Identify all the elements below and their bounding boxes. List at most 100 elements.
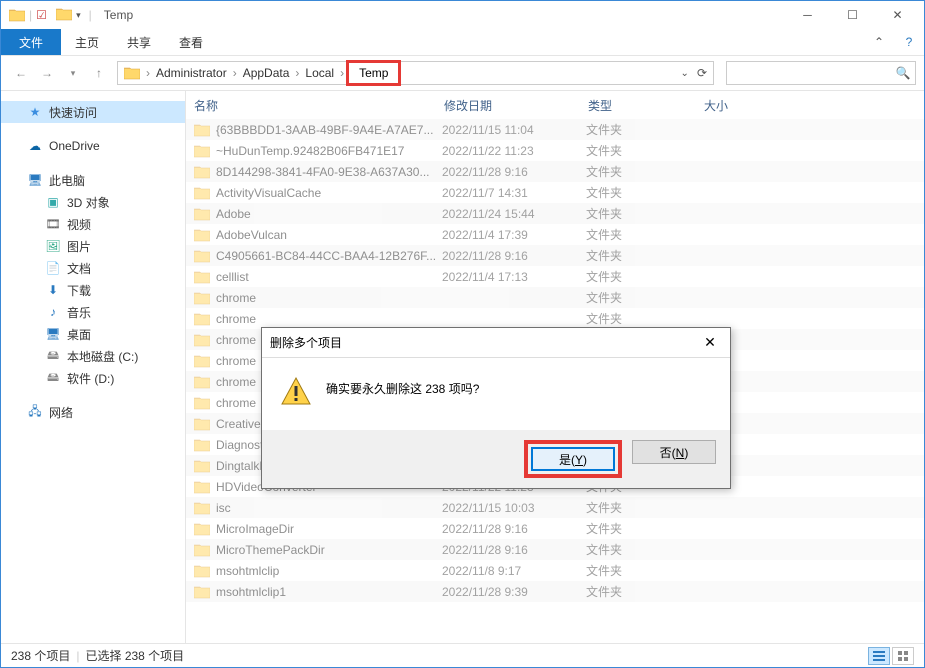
forward-button[interactable]: → [35,61,59,85]
chevron-right-icon[interactable]: › [144,66,152,80]
file-name: chrome [216,312,442,326]
dialog-close-button[interactable]: ✕ [698,334,722,351]
sidebar-quick-access[interactable]: ★快速访问 [1,101,185,123]
tab-view[interactable]: 查看 [165,29,217,55]
view-details-button[interactable] [868,647,890,665]
address-bar[interactable]: › Administrator › AppData › Local › Temp… [117,61,714,85]
file-type: 文件夹 [586,226,702,243]
file-type: 文件夹 [586,583,702,600]
delete-confirm-dialog: 删除多个项目 ✕ 确实要永久删除这 238 项吗? 是(Y) 否(N) [261,327,731,489]
crumb-temp[interactable]: Temp [346,60,401,86]
table-row[interactable]: 8D144298-3841-4FA0-9E38-A637A30...2022/1… [186,161,924,182]
sidebar-pictures[interactable]: 🖼图片 [1,235,185,257]
crumb-local[interactable]: Local [301,62,338,84]
sidebar-downloads[interactable]: ⬇下载 [1,279,185,301]
maximize-button[interactable]: ☐ [830,1,875,29]
no-button[interactable]: 否(N) [632,440,716,464]
sidebar-3d[interactable]: ▣3D 对象 [1,191,185,213]
file-name: MicroThemePackDir [216,543,442,557]
folder-icon [194,333,210,347]
table-row[interactable]: {63BBBDD1-3AAB-49BF-9A4E-A7AE7...2022/11… [186,119,924,140]
sidebar-ddrive[interactable]: 🖴软件 (D:) [1,367,185,389]
file-date: 2022/11/15 10:03 [442,501,586,515]
minimize-button[interactable]: ─ [785,1,830,29]
table-row[interactable]: chrome文件夹 [186,287,924,308]
qat-check-icon[interactable]: ☑ [36,8,52,22]
table-row[interactable]: celllist2022/11/4 17:13文件夹 [186,266,924,287]
tab-home[interactable]: 主页 [61,29,113,55]
folder-icon [194,375,210,389]
search-input[interactable]: 🔍 [726,61,916,85]
col-type[interactable]: 类型 [588,97,704,114]
table-row[interactable]: Adobe2022/11/24 15:44文件夹 [186,203,924,224]
tab-file[interactable]: 文件 [1,29,61,55]
folder-icon [9,7,25,23]
chevron-right-icon[interactable]: › [338,66,346,80]
col-size[interactable]: 大小 [704,97,924,114]
document-icon: 📄 [45,260,61,276]
download-icon: ⬇ [45,282,61,298]
tab-share[interactable]: 共享 [113,29,165,55]
col-name[interactable]: 名称 [194,97,444,114]
refresh-icon[interactable]: ⟳ [697,66,707,80]
yes-button[interactable]: 是(Y) [531,447,615,471]
table-row[interactable]: C4905661-BC84-44CC-BAA4-12B276F...2022/1… [186,245,924,266]
table-row[interactable]: AdobeVulcan2022/11/4 17:39文件夹 [186,224,924,245]
file-date: 2022/11/28 9:39 [442,585,586,599]
table-row[interactable]: chrome文件夹 [186,308,924,329]
table-row[interactable]: msohtmlclip2022/11/8 9:17文件夹 [186,560,924,581]
chevron-right-icon[interactable]: › [231,66,239,80]
up-button[interactable]: ↑ [87,61,111,85]
folder-icon [194,417,210,431]
table-row[interactable]: ActivityVisualCache2022/11/7 14:31文件夹 [186,182,924,203]
sidebar-desktop[interactable]: 🖥桌面 [1,323,185,345]
table-row[interactable]: isc2022/11/15 10:03文件夹 [186,497,924,518]
qat-new-icon[interactable] [56,7,72,24]
file-date: 2022/11/28 9:16 [442,249,586,263]
table-row[interactable]: MicroImageDir2022/11/28 9:16文件夹 [186,518,924,539]
sidebar-cdrive[interactable]: 🖴本地磁盘 (C:) [1,345,185,367]
sidebar-video[interactable]: 🎞视频 [1,213,185,235]
qat-dropdown-icon[interactable]: ▾ [76,10,81,21]
ribbon-expand-icon[interactable]: ⌃ [864,29,894,55]
drive-icon: 🖴 [45,370,61,386]
view-icons-button[interactable] [892,647,914,665]
sidebar-onedrive[interactable]: ☁OneDrive [1,135,185,157]
sidebar: ★快速访问 ☁OneDrive 🖥此电脑 ▣3D 对象 🎞视频 🖼图片 📄文档 … [1,91,185,666]
network-icon: 🖧 [27,404,43,420]
sidebar-documents[interactable]: 📄文档 [1,257,185,279]
help-icon[interactable]: ? [894,29,924,55]
sidebar-network[interactable]: 🖧网络 [1,401,185,423]
file-type: 文件夹 [586,121,702,138]
drive-icon: 🖴 [45,348,61,364]
close-button[interactable]: ✕ [875,1,920,29]
file-type: 文件夹 [586,562,702,579]
sidebar-music[interactable]: ♪音乐 [1,301,185,323]
crumb-appdata[interactable]: AppData [239,62,294,84]
folder-icon [194,396,210,410]
table-row[interactable]: MicroThemePackDir2022/11/28 9:16文件夹 [186,539,924,560]
col-date[interactable]: 修改日期 [444,97,588,114]
address-dropdown-icon[interactable]: ⌄ [681,68,689,79]
sidebar-pc[interactable]: 🖥此电脑 [1,169,185,191]
table-row[interactable]: msohtmlclip12022/11/28 9:39文件夹 [186,581,924,602]
folder-icon [194,438,210,452]
file-type: 文件夹 [586,205,702,222]
search-icon[interactable]: 🔍 [891,66,915,80]
table-row[interactable]: ~HuDunTemp.92482B06FB471E172022/11/22 11… [186,140,924,161]
chevron-right-icon[interactable]: › [293,66,301,80]
recent-dropdown[interactable]: ▾ [61,61,85,85]
file-date: 2022/11/28 9:16 [442,522,586,536]
qat-separator: | [29,8,32,22]
crumb-administrator[interactable]: Administrator [152,62,231,84]
music-icon: ♪ [45,304,61,320]
back-button[interactable]: ← [9,61,33,85]
folder-icon [194,459,210,473]
ribbon-tabs: 文件 主页 共享 查看 ⌃ ? [1,29,924,55]
folder-icon [194,501,210,515]
file-name: MicroImageDir [216,522,442,536]
titlebar: | ☑ ▾ | Temp ─ ☐ ✕ [1,1,924,29]
file-name: AdobeVulcan [216,228,442,242]
star-icon: ★ [27,104,43,120]
file-name: celllist [216,270,442,284]
